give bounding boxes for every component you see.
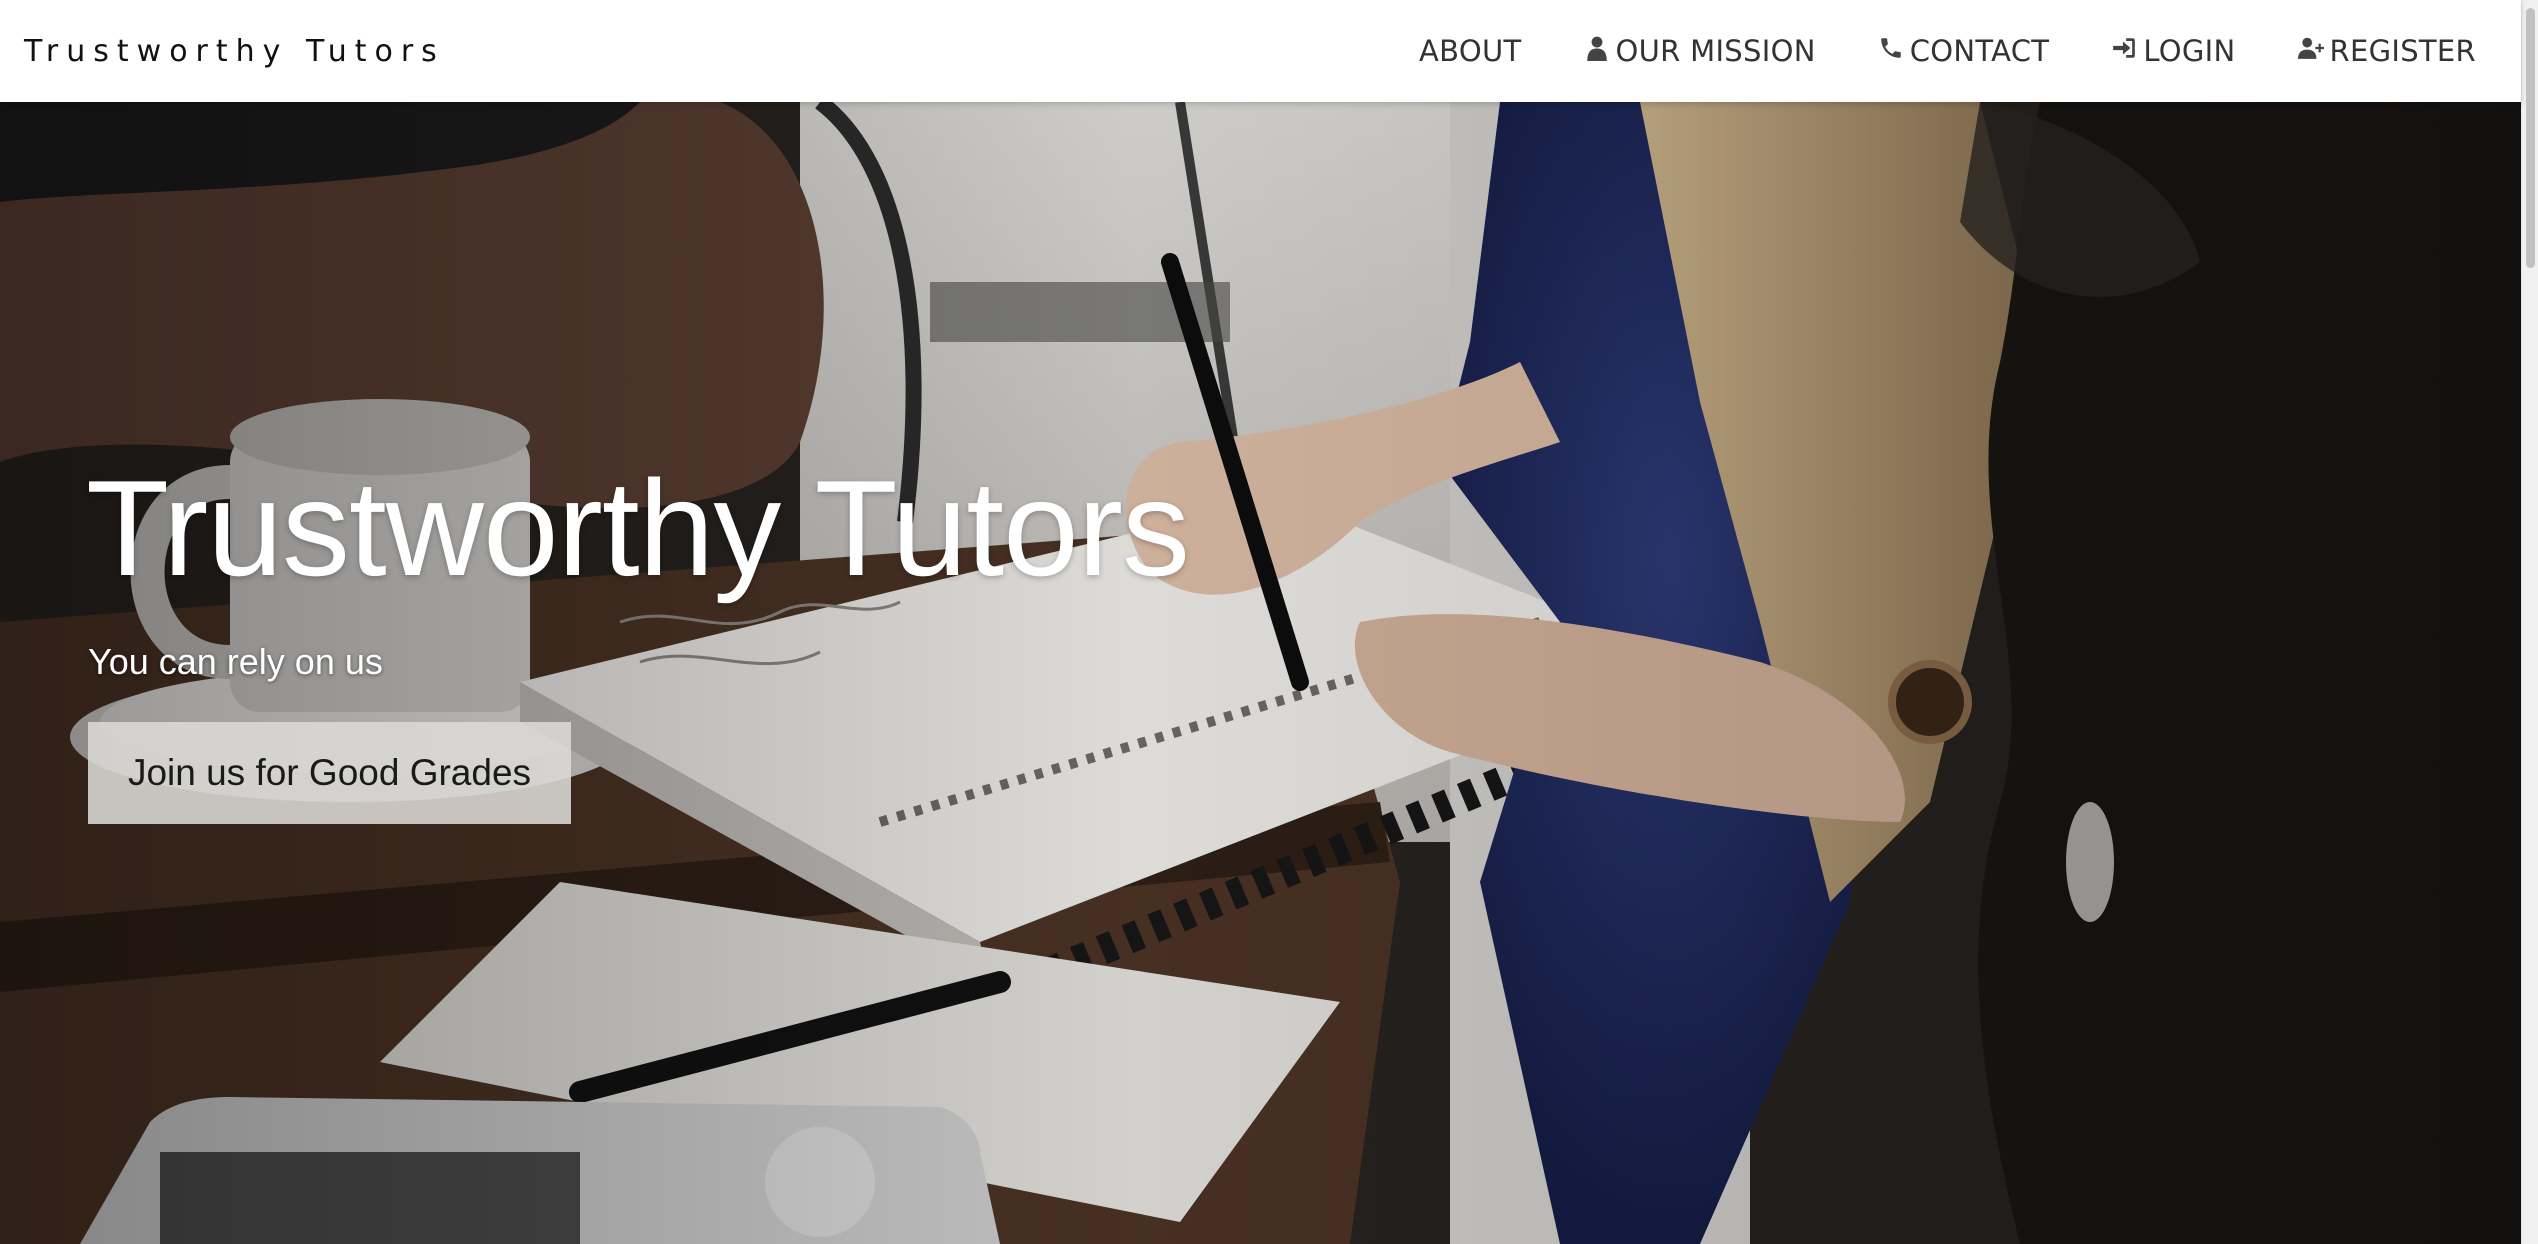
- hero-title: Trustworthy Tutors: [86, 452, 1190, 604]
- nav-our-mission-label: OUR MISSION: [1615, 34, 1816, 68]
- nav-register[interactable]: REGISTER: [2267, 34, 2508, 68]
- nav-contact[interactable]: CONTACT: [1847, 34, 2081, 68]
- nav-about-label: ABOUT: [1419, 34, 1522, 68]
- nav-register-label: REGISTER: [2329, 34, 2476, 68]
- sign-in-icon: [2111, 34, 2137, 68]
- hero-subtitle: You can rely on us: [88, 641, 383, 682]
- page-scrollbar[interactable]: [2521, 0, 2538, 1244]
- nav-our-mission[interactable]: OUR MISSION: [1553, 34, 1847, 68]
- navbar: Trustworthy Tutors ABOUT OUR MISSION CON…: [0, 0, 2521, 102]
- scrollbar-thumb[interactable]: [2526, 8, 2535, 268]
- join-button[interactable]: Join us for Good Grades: [88, 722, 571, 824]
- user-plus-icon: [2297, 34, 2324, 68]
- phone-icon: [1878, 34, 1904, 68]
- nav-links: ABOUT OUR MISSION CONTACT LOGIN REGISTER: [1388, 34, 2507, 68]
- nav-login[interactable]: LOGIN: [2080, 34, 2266, 68]
- brand-logo[interactable]: Trustworthy Tutors: [24, 34, 445, 69]
- nav-login-label: LOGIN: [2143, 34, 2236, 68]
- user-icon: [1584, 34, 1610, 68]
- hero-section: Trustworthy Tutors You can rely on us Jo…: [0, 102, 2521, 1244]
- nav-about[interactable]: ABOUT: [1388, 34, 1553, 68]
- nav-contact-label: CONTACT: [1909, 34, 2050, 68]
